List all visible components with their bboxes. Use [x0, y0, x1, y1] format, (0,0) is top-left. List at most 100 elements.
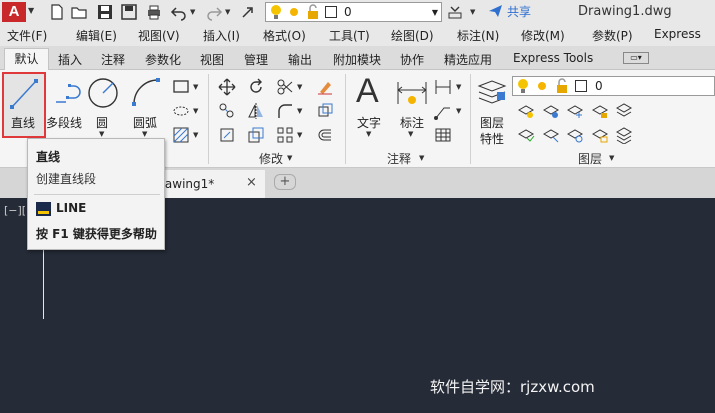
app-menu-chevron-down-icon[interactable]: ▼ — [28, 6, 34, 15]
layer-stack-icon — [477, 80, 507, 104]
tab-view[interactable]: 视图 — [200, 51, 224, 68]
offset-icon[interactable] — [316, 126, 334, 144]
layer-properties-button[interactable]: 图层 特性 — [474, 72, 510, 148]
rectangle-icon[interactable] — [172, 78, 190, 96]
tab-express-tools[interactable]: Express Tools — [513, 51, 593, 65]
menu-format[interactable]: 格式(O) — [263, 27, 306, 44]
tab-output[interactable]: 输出 — [288, 51, 312, 68]
tab-parametric[interactable]: 参数化 — [145, 51, 181, 68]
arc-button[interactable]: 圆弧 ▼ — [128, 72, 164, 138]
annotation-panel-chevron-icon[interactable]: ▼ — [419, 154, 424, 162]
modify-panel-chevron-icon[interactable]: ▼ — [287, 154, 292, 162]
layer-freeze-icon[interactable] — [566, 102, 584, 120]
linear-dim-chevron-icon[interactable]: ▼ — [456, 83, 461, 91]
trim-icon[interactable] — [276, 78, 294, 96]
arc-chevron-down-icon[interactable]: ▼ — [142, 130, 147, 138]
mirror-icon[interactable] — [247, 102, 265, 120]
layer-walk-icon[interactable] — [615, 126, 633, 144]
panel-label-annotation[interactable]: 注释 — [387, 150, 411, 167]
redo-icon[interactable] — [205, 3, 223, 21]
layer-dropdown[interactable]: 0 — [512, 76, 715, 96]
table-icon[interactable] — [434, 126, 452, 144]
menu-edit[interactable]: 编辑(E) — [76, 27, 117, 44]
array-icon[interactable] — [276, 126, 294, 144]
dimension-button[interactable]: 标注 ▼ — [394, 72, 430, 138]
layer-lock-icon[interactable] — [591, 102, 609, 120]
new-tab-button[interactable]: + — [274, 174, 296, 190]
document-tab[interactable]: rawing1* × — [150, 170, 265, 198]
fillet-icon[interactable] — [276, 102, 294, 120]
match-layer-icon[interactable] — [446, 3, 464, 21]
trim-chevron-icon[interactable]: ▼ — [297, 83, 302, 91]
tab-addins[interactable]: 附加模块 — [333, 51, 381, 68]
open-folder-icon[interactable] — [70, 3, 88, 21]
tab-home[interactable]: 默认 — [4, 48, 49, 70]
panel-label-layers[interactable]: 图层 — [578, 150, 602, 167]
qat-customize-chevron-icon[interactable]: ▼ — [470, 8, 475, 16]
undo-chevron-down-icon[interactable]: ▼ — [190, 8, 195, 16]
panel-label-modify[interactable]: 修改 — [259, 150, 283, 167]
menu-view[interactable]: 视图(V) — [138, 27, 180, 44]
line-button[interactable]: 直线 — [2, 72, 46, 138]
menu-parametric[interactable]: 参数(P) — [592, 27, 633, 44]
explode-icon[interactable] — [316, 102, 334, 120]
layer-make-current-icon[interactable] — [517, 126, 535, 144]
erase-icon[interactable] — [316, 78, 334, 96]
close-tab-icon[interactable]: × — [246, 175, 257, 190]
menu-draw[interactable]: 绘图(D) — [391, 27, 434, 44]
viewport-control[interactable]: [−][ — [4, 204, 26, 217]
fillet-chevron-icon[interactable]: ▼ — [297, 107, 302, 115]
menu-modify[interactable]: 修改(M) — [521, 27, 565, 44]
leader-icon[interactable] — [434, 102, 452, 120]
rotate-icon[interactable] — [247, 78, 265, 96]
share-button[interactable]: 共享 — [507, 3, 531, 20]
tab-insert[interactable]: 插入 — [58, 51, 82, 68]
layer-state-icon[interactable] — [615, 102, 633, 120]
menu-tools[interactable]: 工具(T) — [329, 27, 370, 44]
ribbon-minimize-icon[interactable]: ▭▾ — [623, 52, 649, 64]
dimension-chevron-down-icon[interactable]: ▼ — [408, 130, 413, 138]
circle-button[interactable]: 圆 ▼ — [86, 72, 120, 138]
layer-isolate-icon[interactable] — [542, 102, 560, 120]
text-chevron-down-icon[interactable]: ▼ — [366, 130, 371, 138]
tab-collaborate[interactable]: 协作 — [400, 51, 424, 68]
layer-properties-label-1: 图层 — [480, 116, 505, 130]
tab-featured[interactable]: 精选应用 — [444, 51, 492, 68]
rectangle-chevron-icon[interactable]: ▼ — [193, 83, 198, 91]
leader-chevron-icon[interactable]: ▼ — [456, 107, 461, 115]
linear-dim-icon[interactable] — [434, 78, 452, 96]
redo-chevron-down-icon[interactable]: ▼ — [225, 8, 230, 16]
move-icon[interactable] — [218, 78, 236, 96]
undo-icon[interactable] — [170, 3, 188, 21]
stretch-icon[interactable] — [218, 126, 236, 144]
menu-express[interactable]: Express — [654, 27, 701, 41]
copy-icon[interactable] — [218, 102, 236, 120]
ellipse-chevron-icon[interactable]: ▼ — [193, 107, 198, 115]
layer-thaw-icon[interactable] — [566, 126, 584, 144]
layer-unlock-icon[interactable] — [591, 126, 609, 144]
new-file-icon[interactable] — [48, 3, 66, 21]
hatch-icon[interactable] — [172, 126, 190, 144]
menu-insert[interactable]: 插入(I) — [203, 27, 240, 44]
save-icon[interactable] — [96, 3, 114, 21]
layer-match-icon[interactable] — [542, 126, 560, 144]
autocad-logo-icon[interactable]: A — [2, 2, 26, 22]
layer-off-icon[interactable] — [517, 102, 535, 120]
tab-annotate[interactable]: 注释 — [101, 51, 125, 68]
tab-manage[interactable]: 管理 — [244, 51, 268, 68]
hatch-chevron-icon[interactable]: ▼ — [193, 131, 198, 139]
menu-dimension[interactable]: 标注(N) — [457, 27, 499, 44]
ellipse-icon[interactable] — [172, 102, 190, 120]
quick-layer-dropdown[interactable]: 0 ▼ — [265, 2, 442, 22]
share-arrow-icon[interactable] — [240, 3, 258, 21]
text-button[interactable]: A 文字 ▼ — [352, 72, 388, 138]
print-icon[interactable] — [145, 3, 163, 21]
circle-chevron-down-icon[interactable]: ▼ — [99, 130, 104, 138]
array-chevron-icon[interactable]: ▼ — [297, 131, 302, 139]
polyline-button[interactable]: 多段线 — [46, 72, 88, 138]
menu-file[interactable]: 文件(F) — [7, 27, 47, 44]
layers-panel-chevron-icon[interactable]: ▼ — [609, 154, 614, 162]
scale-icon[interactable] — [247, 126, 265, 144]
save-as-icon[interactable] — [120, 3, 138, 21]
dimension-button-label: 标注 — [400, 116, 425, 130]
